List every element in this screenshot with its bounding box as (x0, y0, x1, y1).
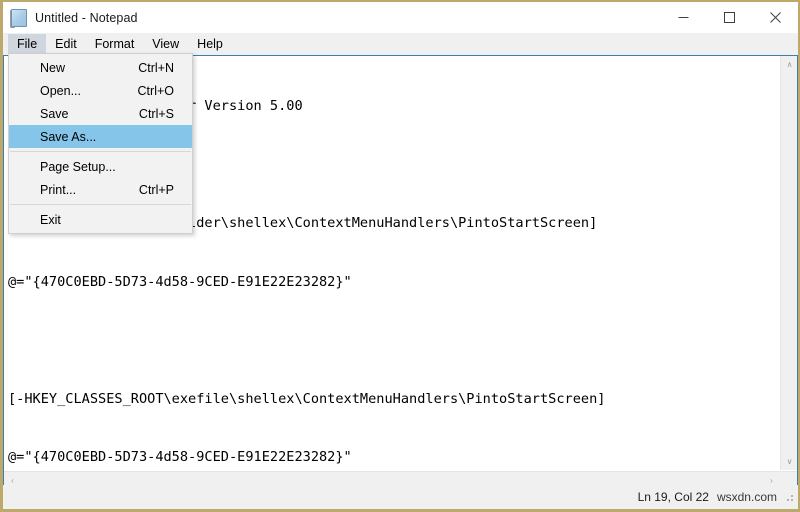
menu-item-label: Open... (40, 83, 81, 98)
menu-item-exit[interactable]: Exit (9, 208, 192, 231)
minimize-button[interactable] (660, 2, 706, 33)
watermark: wsxdn.com (716, 490, 777, 504)
menu-item-label: New (40, 60, 66, 75)
cursor-position: Ln 19, Col 22 (637, 490, 709, 504)
menu-item-open[interactable]: Open... Ctrl+O (9, 79, 192, 102)
window-title: Untitled - Notepad (35, 10, 138, 25)
menu-item-save[interactable]: Save Ctrl+S (9, 102, 192, 125)
notepad-icon (10, 9, 27, 28)
menu-item-accelerator: Ctrl+P (138, 182, 174, 197)
scroll-up-icon[interactable]: ∧ (781, 56, 797, 73)
menu-view[interactable]: View (143, 34, 188, 55)
menu-separator (10, 204, 191, 205)
text-line: [-HKEY_CLASSES_ROOT\exefile\shellex\Cont… (8, 390, 606, 407)
vertical-scrollbar[interactable]: ∧ ∨ (780, 56, 797, 470)
menu-item-accelerator: Ctrl+N (138, 60, 174, 75)
text-line (8, 331, 663, 351)
status-bar: Ln 19, Col 22 wsxdn.com (3, 485, 798, 509)
menu-item-print[interactable]: Print... Ctrl+P (9, 178, 192, 201)
text-line: @="{470C0EBD-5D73-4d58-9CED-E91E22E23282… (8, 449, 352, 465)
menu-item-label: Page Setup... (40, 159, 116, 174)
menu-item-label: Exit (40, 212, 61, 227)
menu-item-label: Print... (40, 182, 77, 197)
menu-format[interactable]: Format (86, 34, 144, 55)
menu-item-new[interactable]: New Ctrl+N (9, 56, 192, 79)
close-button[interactable] (752, 2, 798, 33)
title-bar: Untitled - Notepad (3, 2, 798, 33)
menu-separator (10, 151, 191, 152)
file-menu-dropdown: New Ctrl+N Open... Ctrl+O Save Ctrl+S Sa… (8, 53, 193, 234)
maximize-button[interactable] (706, 2, 752, 33)
menu-item-label: Save As... (40, 129, 97, 144)
notepad-window: Untitled - Notepad File Edit Format View… (0, 0, 800, 512)
menu-item-label: Save (40, 106, 69, 121)
menu-file[interactable]: File (8, 33, 47, 55)
menu-edit[interactable]: Edit (46, 34, 86, 55)
resize-grip-icon[interactable] (783, 491, 795, 503)
menu-item-page-setup[interactable]: Page Setup... (9, 155, 192, 178)
menu-item-save-as[interactable]: Save As... (9, 125, 192, 148)
menu-item-accelerator: Ctrl+O (137, 83, 174, 98)
menu-bar: File Edit Format View Help (3, 33, 798, 55)
scroll-down-icon[interactable]: ∨ (781, 453, 797, 470)
menu-item-accelerator: Ctrl+S (138, 106, 174, 121)
menu-help[interactable]: Help (188, 34, 232, 55)
text-line: @="{470C0EBD-5D73-4d58-9CED-E91E22E23282… (8, 273, 352, 290)
window-controls (660, 2, 798, 33)
